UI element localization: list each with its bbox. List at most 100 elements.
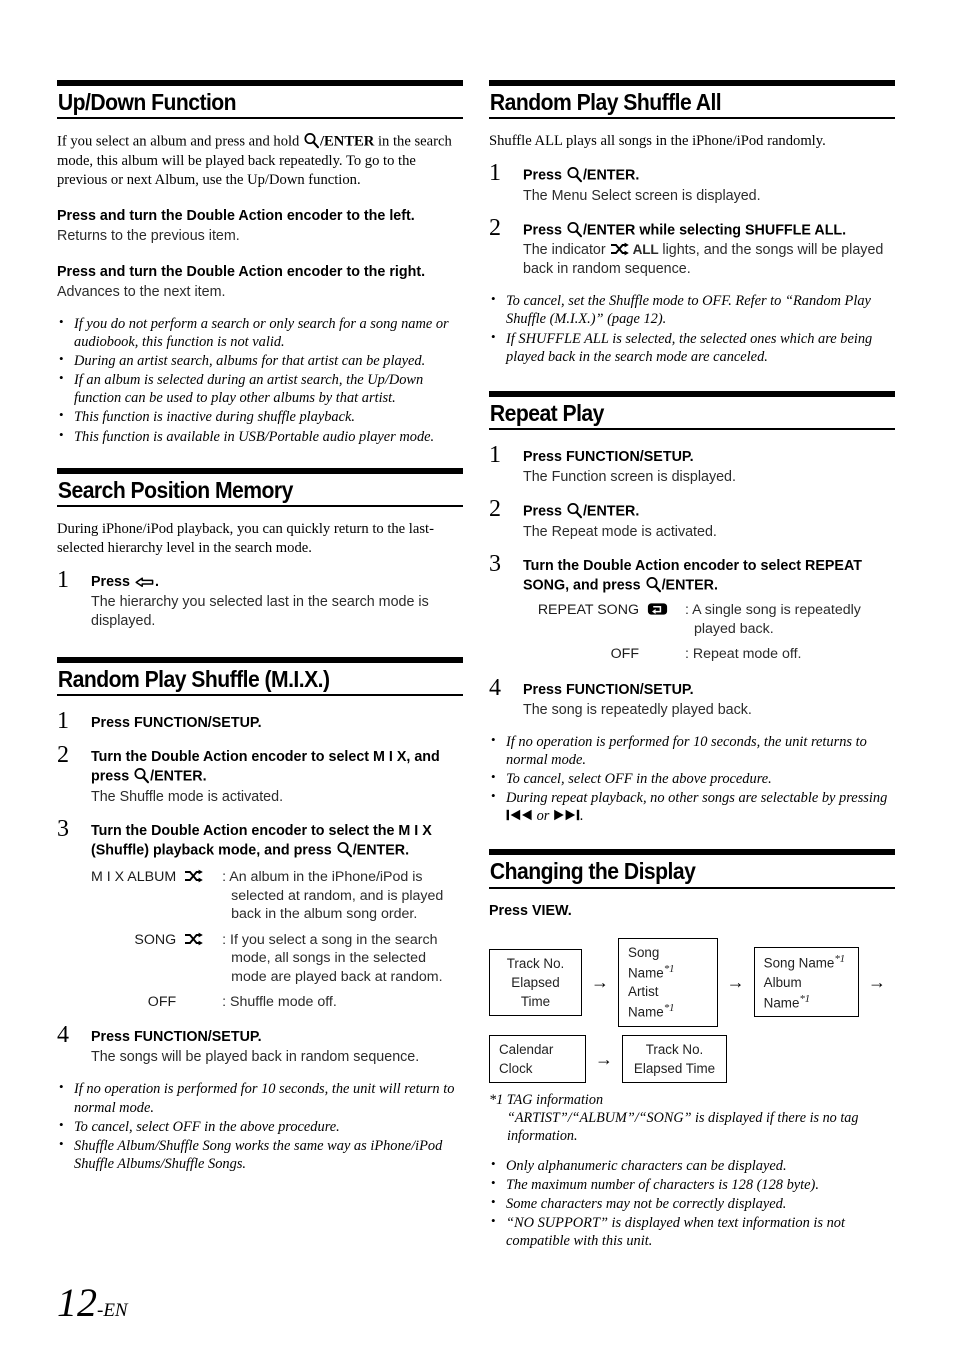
search-icon: [133, 767, 150, 784]
section-up-down-function: Up/Down Function: [57, 80, 463, 120]
step-repeat-4: 4 Press FUNCTION/SETUP. The song is repe…: [489, 676, 895, 720]
note-item: This function is inactive during shuffle…: [57, 407, 463, 426]
search-icon: [336, 841, 353, 858]
section-rule-bottom: [489, 428, 895, 431]
flow-arrow-icon: →: [595, 1048, 613, 1069]
section-rule-bottom: [489, 886, 895, 889]
step-number: 1: [57, 566, 69, 593]
flow-box-song-artist: Song Name*1 Artist Name*1: [618, 937, 718, 1027]
step-title: Press FUNCTION/SETUP.: [91, 1029, 262, 1046]
note-item: During an artist search, albums for that…: [57, 351, 463, 370]
option-label: M I X ALBUM: [91, 869, 177, 886]
up-down-notes: If you do not perform a search or only s…: [57, 314, 463, 446]
option-description: : An album in the iPhone/iPod is selecte…: [222, 869, 444, 923]
flow-line: Album Name*1: [763, 974, 810, 1011]
note-item: If you do not perform a search or only s…: [57, 314, 463, 351]
page-footer: 12-EN: [57, 1279, 128, 1326]
section-title: Repeat Play: [489, 399, 605, 426]
step-number: 2: [489, 214, 501, 241]
section-random-play-shuffle-all: Random Play Shuffle All: [489, 80, 895, 120]
next-track-icon: [553, 809, 580, 821]
step-repeat-3: 3 Turn the Double Action encoder to sele…: [489, 552, 895, 596]
icon-cell-empty: [184, 993, 220, 1018]
step-repeat-2: 2 Press /ENTER. The Repeat mode is activ…: [489, 497, 895, 542]
step-title: Turn the Double Action encoder to select…: [91, 822, 432, 859]
note-item: Shuffle Album/Shuffle Song works the sam…: [57, 1136, 463, 1173]
section-rule-bottom: [57, 505, 463, 508]
step-shuffle-all-1: 1 Press /ENTER. The Menu Select screen i…: [489, 161, 895, 206]
instruction-turn-right: Press and turn the Double Action encoder…: [57, 263, 463, 302]
step-title: Press /ENTER.: [523, 502, 640, 520]
shuffle-icon: [184, 932, 203, 946]
step-title: Turn the Double Action encoder to select…: [91, 749, 440, 785]
instruction-turn-left-title: Press and turn the Double Action encoder…: [57, 207, 415, 224]
search-icon: [566, 221, 583, 238]
section-title: Search Position Memory: [57, 476, 293, 503]
repeat-icon-cell: [647, 601, 683, 645]
option-description: : Repeat mode off.: [685, 646, 802, 663]
step-number: 4: [57, 1022, 69, 1049]
note-item: If an album is selected during an artist…: [57, 370, 463, 407]
instruction-turn-right-title: Press and turn the Double Action encoder…: [57, 263, 426, 280]
flow-row-1: Track No. Elapsed Time → Song Name*1 Art…: [489, 937, 895, 1027]
repeat-options-table: REPEAT SONG : A single song is repeatedl…: [489, 601, 895, 670]
flow-arrow-icon: →: [591, 972, 610, 993]
step-mix-2: 2 Turn the Double Action encoder to sele…: [57, 743, 463, 807]
note-item: If no operation is performed for 10 seco…: [489, 732, 895, 769]
step-search-position-1: 1 Press . The hierarchy you selected las…: [57, 568, 463, 631]
note-item: To cancel, set the Shuffle mode to OFF. …: [489, 291, 895, 328]
up-down-intro: If you select an album and press and hol…: [57, 132, 452, 188]
step-description: The indicator ALL lights, and the songs …: [523, 242, 884, 278]
flow-row-2: Calendar Clock → Track No. Elapsed Time: [489, 1034, 895, 1083]
instruction-turn-left-desc: Returns to the previous item.: [57, 227, 240, 244]
note-item: The maximum number of characters is 128 …: [489, 1175, 895, 1194]
instruction-turn-left: Press and turn the Double Action encoder…: [57, 207, 463, 246]
option-description: : Shuffle mode off.: [222, 993, 337, 1010]
enter-label: /ENTER: [352, 842, 406, 859]
shuffle-icon: [610, 242, 629, 256]
left-column: Up/Down Function If you select an album …: [57, 80, 463, 1174]
shuffle-icon-cell: [184, 868, 220, 930]
flow-arrow-icon: →: [868, 972, 887, 993]
shuffle-all-notes: To cancel, set the Shuffle mode to OFF. …: [489, 291, 895, 366]
step-mix-3: 3 Turn the Double Action encoder to sele…: [57, 817, 463, 1019]
step-title: Press /ENTER while selecting SHUFFLE ALL…: [523, 221, 847, 239]
step-title: Press FUNCTION/SETUP.: [523, 681, 694, 698]
table-row: M I X ALBUM : An album in the iPhone/iPo…: [91, 868, 463, 930]
page-language-suffix: -EN: [97, 1300, 128, 1321]
note-item: To cancel, select OFF in the above proce…: [57, 1117, 463, 1136]
search-icon: [566, 502, 583, 519]
all-indicator-label: ALL: [632, 242, 659, 258]
step-mix-4: 4 Press FUNCTION/SETUP. The songs will b…: [57, 1023, 463, 1067]
page-number: 12: [57, 1280, 97, 1325]
step-description: The Function screen is displayed.: [523, 469, 736, 486]
shuffle-icon-cell: [184, 931, 220, 993]
enter-label: /ENTER: [661, 577, 714, 594]
flow-line: Artist Name*1: [628, 984, 675, 1020]
flow-arrow-icon: →: [726, 972, 745, 993]
step-mix-1: 1 Press FUNCTION/SETUP.: [57, 709, 463, 733]
section-rule-bottom: [57, 117, 463, 120]
search-icon: [566, 166, 583, 183]
tag-footnote: *1 TAG information “ARTIST”/“ALBUM”/“SON…: [489, 1091, 895, 1145]
step-description: The songs will be played back in random …: [91, 1049, 420, 1066]
section-title: Random Play Shuffle All: [489, 89, 722, 115]
table-row: SONG : If you select a song in the searc…: [91, 931, 463, 993]
step-description: The hierarchy you selected last in the s…: [91, 593, 429, 629]
search-icon: [303, 132, 320, 149]
option-label: SONG: [134, 931, 177, 948]
section-rule-bottom: [489, 117, 895, 120]
note-item: During repeat playback, no other songs a…: [489, 788, 895, 825]
step-number: 4: [489, 674, 501, 701]
section-rule-bottom: [57, 694, 463, 697]
flow-line: Song Name*1: [763, 953, 845, 971]
section-repeat-play: Repeat Play: [489, 390, 895, 431]
flow-box-calendar-clock: Calendar Clock: [489, 1034, 586, 1083]
section-search-position-memory: Search Position Memory: [57, 467, 463, 508]
display-flow-diagram: Track No. Elapsed Time → Song Name*1 Art…: [489, 937, 895, 1083]
section-title: Random Play Shuffle (M.I.X.): [57, 665, 330, 692]
note-item: Some characters may not be correctly dis…: [489, 1194, 895, 1213]
table-row: OFF : Repeat mode off.: [489, 645, 895, 670]
step-number: 3: [489, 550, 501, 577]
footnote-mark: *1: [799, 992, 810, 1005]
